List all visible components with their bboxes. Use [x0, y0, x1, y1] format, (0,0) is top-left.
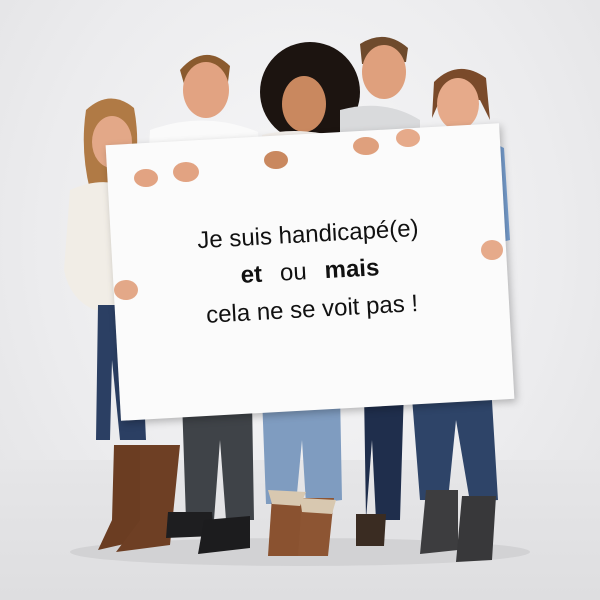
photo-scene: Je suis handicapé(e) et ou mais cela ne se…: [0, 0, 600, 600]
hand: [173, 162, 199, 182]
hand: [134, 169, 158, 187]
hand: [114, 280, 138, 300]
hands-layer: [114, 129, 503, 300]
hand: [353, 137, 379, 155]
hand: [396, 129, 420, 147]
hand: [481, 240, 503, 260]
hand: [264, 151, 288, 169]
